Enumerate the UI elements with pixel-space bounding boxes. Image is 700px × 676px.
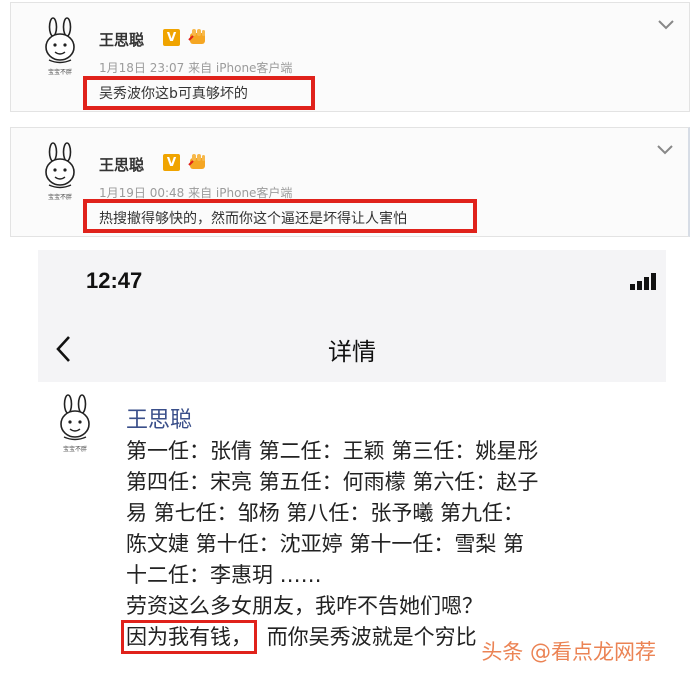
body-line: 第四任：宋亮 第五任：何雨檬 第六任：赵子 <box>126 470 539 494</box>
avatar-caption: 宝宝不胖 <box>62 446 87 453</box>
body-line: 陈文婕 第十任：沈亚婷 第十一任：雪梨 第 <box>126 532 525 556</box>
status-time: 12:47 <box>86 268 143 293</box>
phone-screenshot: 12:47 4G 详情 宝宝不 <box>38 250 666 676</box>
post-card: 宝宝不胖 王思聪 V 1月18日 23:07 来自 iPhone客户端 吴秀波你… <box>10 2 690 112</box>
rabbit-avatar-icon <box>60 394 90 441</box>
avatar-caption: 宝宝不胖 <box>47 194 72 201</box>
vip-badge-icon: V <box>163 154 180 171</box>
boxed-text: 因为我有钱， <box>121 620 257 654</box>
username[interactable]: 王思聪 <box>99 154 144 175</box>
rabbit-avatar-icon <box>45 17 75 64</box>
author-name[interactable]: 王思聪 <box>126 402 192 434</box>
post-body: 第一任：张倩 第二任：王颖 第三任：姚星彤 第四任：宋亮 第五任：何雨檬 第六任… <box>121 436 656 654</box>
chevron-down-icon[interactable] <box>656 144 674 156</box>
page-title: 详情 <box>328 338 376 366</box>
rabbit-avatar-icon <box>45 142 75 189</box>
fist-icon <box>188 154 205 169</box>
body-line: 第一任：张倩 第二任：王颖 第三任：姚星彤 <box>126 439 539 463</box>
body-line: 易 第七任：邹杨 第八任：张予曦 第九任： <box>126 501 525 525</box>
body-line: 劳资这么多女朋友，我咋不告她们嗯？ <box>126 594 483 618</box>
post-card: 宝宝不胖 王思聪 V 1月19日 00:48 来自 iPhone客户端 热搜撤得… <box>10 127 690 237</box>
fist-icon <box>188 29 205 44</box>
chevron-down-icon[interactable] <box>657 19 675 31</box>
avatar[interactable]: 宝宝不胖 <box>37 142 83 204</box>
vip-badge-icon: V <box>163 29 180 46</box>
post-meta: 1月18日 23:07 来自 iPhone客户端 <box>99 61 293 75</box>
post-detail: 宝宝不胖 王思聪 第一任：张倩 第二任：王颖 第三任：姚星彤 第四任：宋亮 第五… <box>38 382 666 676</box>
body-line: 十二任：李惠玥 …… <box>126 563 322 587</box>
avatar[interactable]: 宝宝不胖 <box>52 394 98 456</box>
signal-icon <box>630 273 656 290</box>
avatar-caption: 宝宝不胖 <box>47 69 72 76</box>
avatar[interactable]: 宝宝不胖 <box>37 17 83 79</box>
highlight-box <box>83 199 477 233</box>
username[interactable]: 王思聪 <box>99 29 144 50</box>
body-text-rest: 而你吴秀波就是个穷比 <box>266 625 477 649</box>
highlight-box <box>83 76 315 110</box>
watermark: 头条 @看点龙网荐 <box>481 640 656 664</box>
